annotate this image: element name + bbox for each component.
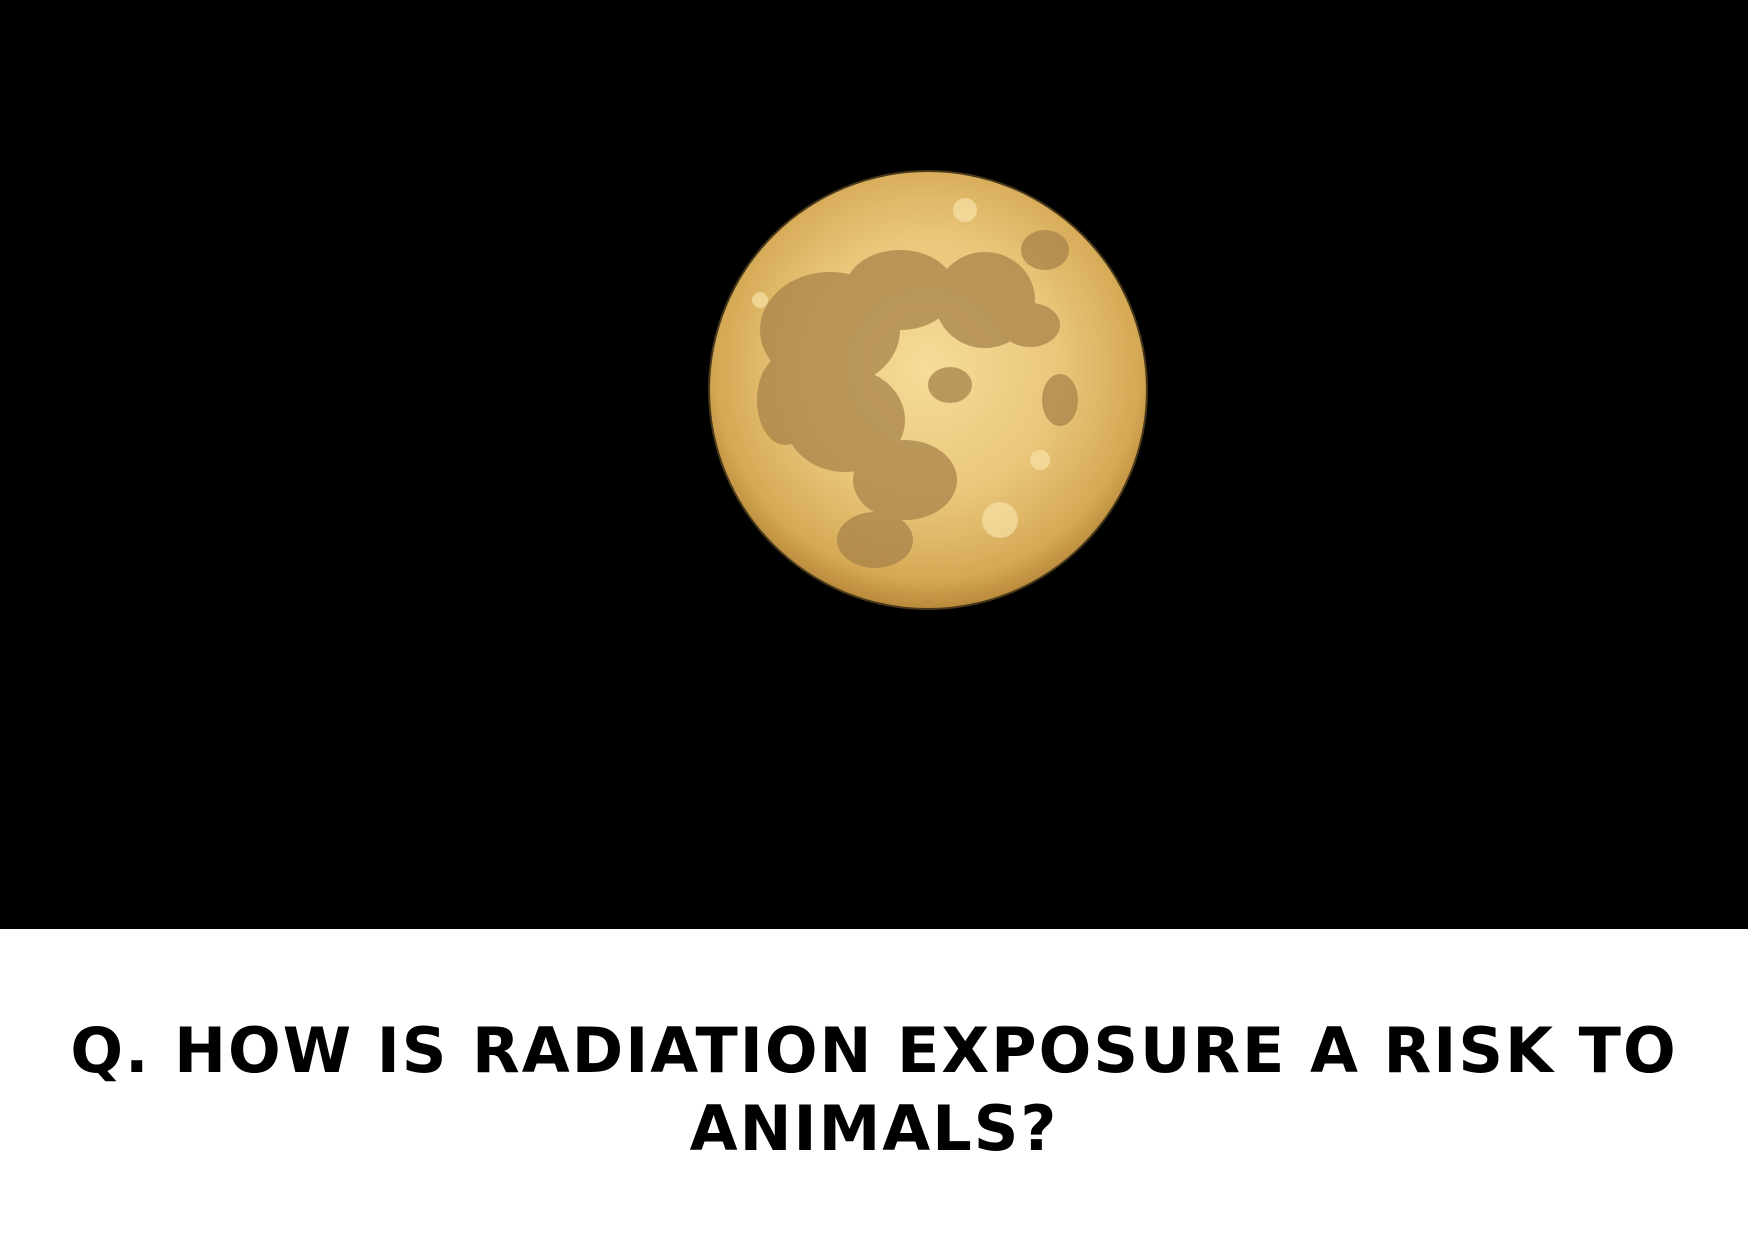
night-sky-photo	[0, 0, 1748, 929]
slide: Q. HOW IS RADIATION EXPOSURE A RISK TO A…	[0, 0, 1748, 1240]
question-title: Q. HOW IS RADIATION EXPOSURE A RISK TO A…	[70, 1014, 1678, 1165]
moon-icon	[0, 0, 1748, 929]
